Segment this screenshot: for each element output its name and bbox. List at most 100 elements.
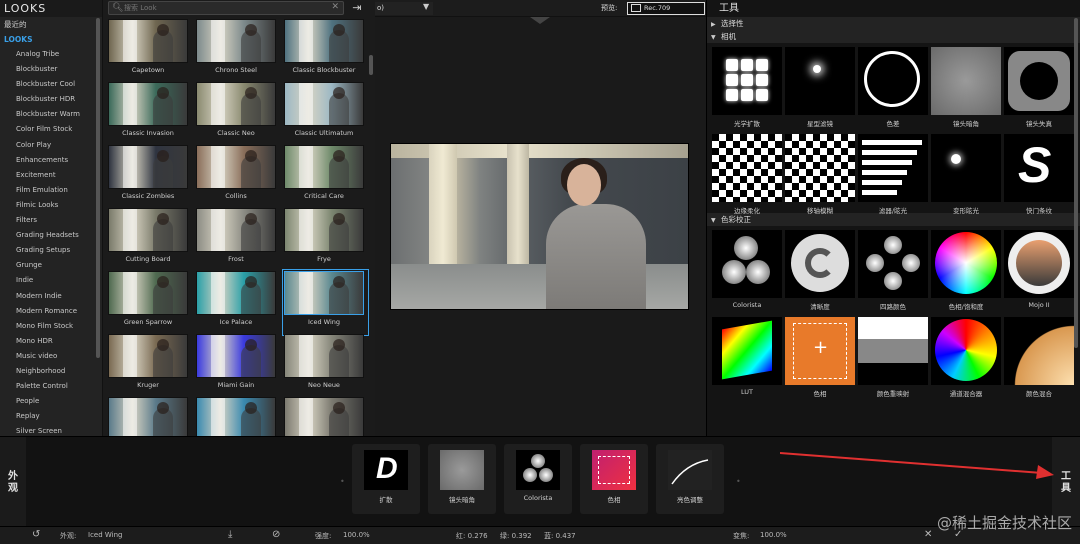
look-thumbnail[interactable]: Classic Ultimatum <box>284 82 367 145</box>
look-thumbnail[interactable]: Kruger <box>108 334 191 397</box>
look-thumbnail[interactable]: Classic Zombies <box>108 145 191 208</box>
tool-tile[interactable]: 色相/饱和度 <box>931 230 1003 314</box>
dock-tool[interactable]: 镜头暗角 <box>428 444 496 514</box>
red-value: 红: 0.276 <box>456 532 488 540</box>
look-thumbnail[interactable]: Capetown <box>108 19 191 82</box>
tool-tile[interactable]: 清晰度 <box>785 230 857 314</box>
category-item[interactable]: Indie <box>0 273 102 288</box>
close-icon[interactable]: ✕ <box>331 2 339 12</box>
tool-tile[interactable]: 滤器/眩光 <box>858 134 930 218</box>
category-item[interactable]: Mono HDR <box>0 334 102 349</box>
collapse-handle[interactable] <box>530 17 550 24</box>
look-thumbnail[interactable]: Chrono Steel <box>196 19 279 82</box>
category-item[interactable]: Filmic Looks <box>0 198 102 213</box>
tool-tile[interactable]: Colorista <box>712 230 784 314</box>
dock-tool[interactable]: Colorista <box>504 444 572 514</box>
look-thumbnail[interactable]: Green Sparrow <box>108 271 191 334</box>
look-thumbnail[interactable]: Onslaught <box>196 397 279 436</box>
search-icon: 🔍︎ <box>112 3 124 13</box>
look-preview-image <box>196 82 276 126</box>
tool-tile[interactable]: 色差 <box>858 47 930 131</box>
look-thumbnail[interactable]: Critical Care <box>284 145 367 208</box>
section-camera[interactable]: ▼ 相机 <box>707 30 1080 43</box>
category-item[interactable]: Blockbuster HDR <box>0 92 102 107</box>
tool-tile[interactable]: 变形眩光 <box>931 134 1003 218</box>
look-thumbnail[interactable]: Classic Blockbuster <box>284 19 367 82</box>
category-item[interactable]: Neighborhood <box>0 364 102 379</box>
tool-tile[interactable]: 星型滤镜 <box>785 47 857 131</box>
category-item[interactable]: Modern Romance <box>0 304 102 319</box>
category-item[interactable]: People <box>0 394 102 409</box>
grid-scrollbar[interactable] <box>369 55 373 75</box>
category-item[interactable]: Excitement <box>0 168 102 183</box>
search-box[interactable]: 🔍︎ ✕ <box>108 1 344 15</box>
category-item[interactable]: Filters <box>0 213 102 228</box>
tool-tile[interactable]: + 色相 <box>785 317 857 401</box>
tool-tile[interactable]: 光学扩散 <box>712 47 784 131</box>
category-item[interactable]: Blockbuster Warm <box>0 107 102 122</box>
look-preview-image <box>108 334 188 378</box>
look-thumbnail[interactable]: Frye <box>284 208 367 271</box>
bypass-icon[interactable]: ⊘ <box>272 529 280 540</box>
tool-tile[interactable]: 颜色混合 <box>1004 317 1076 401</box>
look-thumbnail[interactable]: Frost <box>196 208 279 271</box>
search-input[interactable] <box>124 3 324 13</box>
look-thumbnail[interactable]: Pelham <box>284 397 367 436</box>
category-recent[interactable]: 最近的 <box>0 17 102 32</box>
category-item[interactable]: Palette Control <box>0 379 102 394</box>
look-preview-image <box>196 208 276 252</box>
tool-tile[interactable]: 四路颜色 <box>858 230 930 314</box>
looks-toggle-button[interactable]: 外观 <box>0 437 26 527</box>
look-thumbnail[interactable]: Classic Neo <box>196 82 279 145</box>
undo-icon[interactable]: ↺ <box>32 529 40 540</box>
look-thumbnail[interactable]: Iced Wing <box>282 269 369 336</box>
category-item[interactable]: Modern Indie <box>0 289 102 304</box>
category-item[interactable]: Color Play <box>0 138 102 153</box>
dock-tool[interactable]: 亮色调整 <box>656 444 724 514</box>
tool-tile[interactable]: 边缘柔化 <box>712 134 784 218</box>
close-icon[interactable]: ✕ <box>924 529 932 540</box>
tool-tile[interactable]: 镜头失真 <box>1004 47 1076 131</box>
export-icon[interactable]: ⇥ <box>349 1 365 15</box>
category-item[interactable]: Grading Setups <box>0 243 102 258</box>
tool-tile[interactable]: 通道混合器 <box>931 317 1003 401</box>
tool-tile[interactable]: 镜头暗角 <box>931 47 1003 131</box>
category-item[interactable]: Blockbuster <box>0 62 102 77</box>
tool-tile[interactable]: 移轴模糊 <box>785 134 857 218</box>
tool-tile[interactable]: Mojo II <box>1004 230 1076 314</box>
save-icon[interactable]: ⤓ <box>228 529 232 540</box>
category-scrollbar[interactable] <box>96 18 100 358</box>
category-item[interactable]: Mono Film Stock <box>0 319 102 334</box>
tools-scrollbar[interactable] <box>1074 18 1078 348</box>
look-preview-image <box>284 19 364 63</box>
look-thumbnail[interactable]: Ice Palace <box>196 271 279 334</box>
category-item[interactable]: Color Film Stock <box>0 122 102 137</box>
look-thumbnail[interactable]: Nerds in Space <box>108 397 191 436</box>
tool-tile[interactable]: 颜色重映射 <box>858 317 930 401</box>
tool-tile[interactable]: LUT <box>712 317 784 401</box>
category-looks[interactable]: LOOKS <box>0 32 102 47</box>
category-item[interactable]: Music video <box>0 349 102 364</box>
category-item[interactable]: Film Emulation <box>0 183 102 198</box>
section-selective[interactable]: ▶ 选择性 <box>707 17 1080 30</box>
dock-tool[interactable]: D 扩散 <box>352 444 420 514</box>
dock-tool[interactable]: 色相 <box>580 444 648 514</box>
preview-colorspace-select[interactable]: Rec.709 <box>627 2 705 15</box>
look-thumbnail[interactable]: Neo Neue <box>284 334 367 397</box>
category-item[interactable]: Grunge <box>0 258 102 273</box>
chevron-down-icon[interactable]: ▼ <box>423 2 429 11</box>
look-thumbnail[interactable]: Collins <box>196 145 279 208</box>
tool-label: 色差 <box>886 120 900 128</box>
look-thumbnail[interactable]: Miami Gain <box>196 334 279 397</box>
category-item[interactable]: Blockbuster Cool <box>0 77 102 92</box>
tool-label: 镜头失真 <box>1026 120 1052 128</box>
category-item[interactable]: Analog Tribe <box>0 47 102 62</box>
look-thumbnail[interactable]: Classic Invasion <box>108 82 191 145</box>
category-item[interactable]: Grading Headsets <box>0 228 102 243</box>
hue-icon: + <box>785 317 855 385</box>
look-thumbnail[interactable]: Cutting Board <box>108 208 191 271</box>
category-item[interactable]: Enhancements <box>0 153 102 168</box>
tool-tile[interactable]: S 快门条纹 <box>1004 134 1076 218</box>
tool-label: Mojo II <box>1028 301 1050 309</box>
category-item[interactable]: Replay <box>0 409 102 424</box>
